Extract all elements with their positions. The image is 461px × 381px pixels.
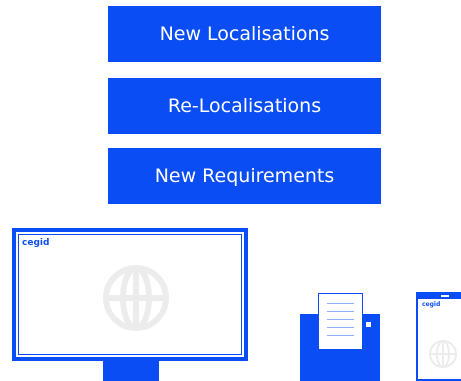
phone-speaker [441,295,449,297]
globe-icon [429,340,457,368]
monitor-logo: cegid [22,238,50,248]
printer-indicator [366,322,371,327]
phone-icon: cegid [416,292,461,381]
re-localisations-button[interactable]: Re-Localisations [108,78,381,134]
new-requirements-button[interactable]: New Requirements [108,148,381,204]
phone-logo: cegid [422,301,441,308]
monitor-stand [103,361,159,381]
globe-icon [103,265,169,331]
new-localisations-button[interactable]: New Localisations [108,6,381,62]
monitor-icon: cegid [12,228,248,361]
monitor-screen: cegid [18,234,242,355]
document-icon [318,293,363,350]
